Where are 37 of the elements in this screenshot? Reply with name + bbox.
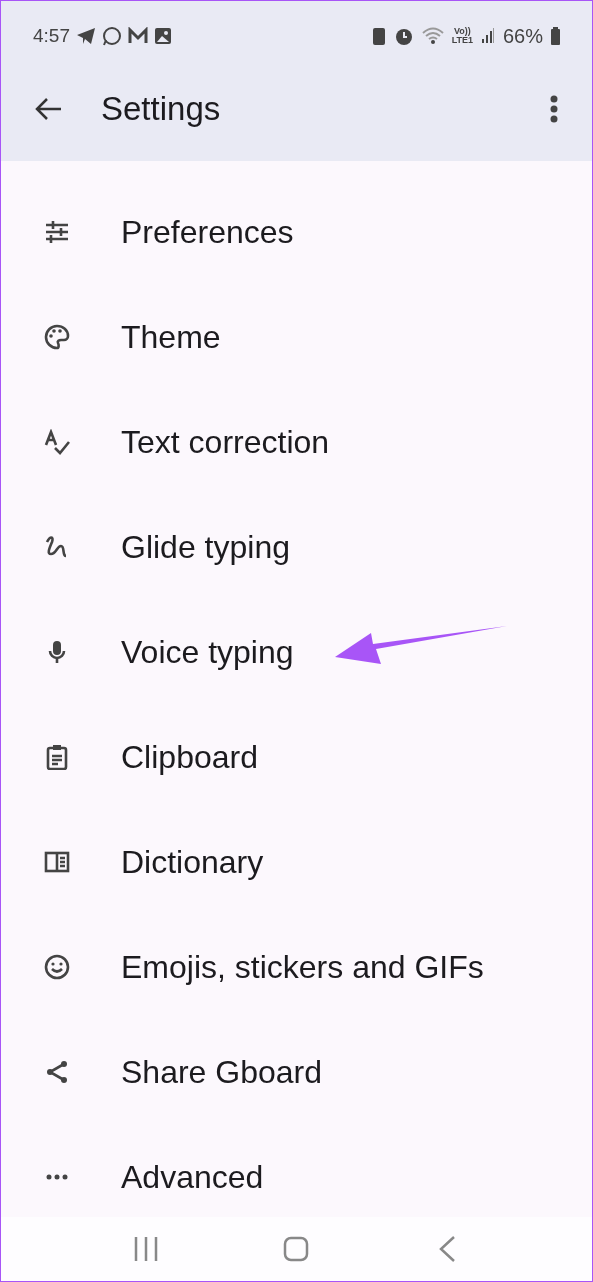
battery-icon: [551, 27, 560, 45]
settings-item[interactable]: Clipboard: [1, 717, 592, 797]
clipboard-icon: [44, 744, 70, 770]
share-icon: [44, 1059, 70, 1085]
palette-icon: [44, 324, 70, 350]
settings-item[interactable]: Advanced: [1, 1137, 592, 1217]
book-icon: [44, 849, 70, 875]
network-type-label: Vo)) LTE1: [451, 27, 473, 45]
status-time: 4:57: [33, 23, 70, 48]
settings-item[interactable]: Share Gboard: [1, 1032, 592, 1112]
more-horiz-icon: [44, 1174, 70, 1180]
back-arrow-icon: [34, 97, 62, 121]
image-icon: [154, 27, 172, 45]
settings-item[interactable]: Voice typing: [1, 612, 592, 692]
settings-item[interactable]: Emojis, stickers and GIFs: [1, 927, 592, 1007]
recent-apps-icon: [133, 1236, 160, 1262]
alarm-icon: [393, 26, 414, 46]
signal-icon: [480, 28, 495, 44]
battery-percentage: 66%: [502, 24, 543, 49]
home-icon: [283, 1236, 310, 1262]
telegram-icon: [76, 27, 96, 45]
sliders-icon: [44, 219, 70, 245]
settings-item[interactable]: Text correction: [1, 402, 592, 482]
wifi-icon: [421, 27, 444, 45]
spellcheck-icon: [44, 429, 70, 455]
settings-item[interactable]: Glide typing: [1, 507, 592, 587]
settings-item[interactable]: Dictionary: [1, 822, 592, 902]
settings-item[interactable]: Preferences: [1, 192, 592, 272]
chat-bubble-icon: [102, 26, 122, 46]
back-chevron-icon: [437, 1235, 456, 1263]
mail-icon: [128, 27, 148, 45]
battery-saver-icon: [371, 26, 386, 46]
screen-title: Settings: [101, 89, 221, 130]
more-options-button[interactable]: [548, 94, 560, 124]
settings-item[interactable]: Theme: [1, 297, 592, 377]
smiley-icon: [44, 954, 70, 980]
more-vert-icon: [550, 95, 558, 123]
